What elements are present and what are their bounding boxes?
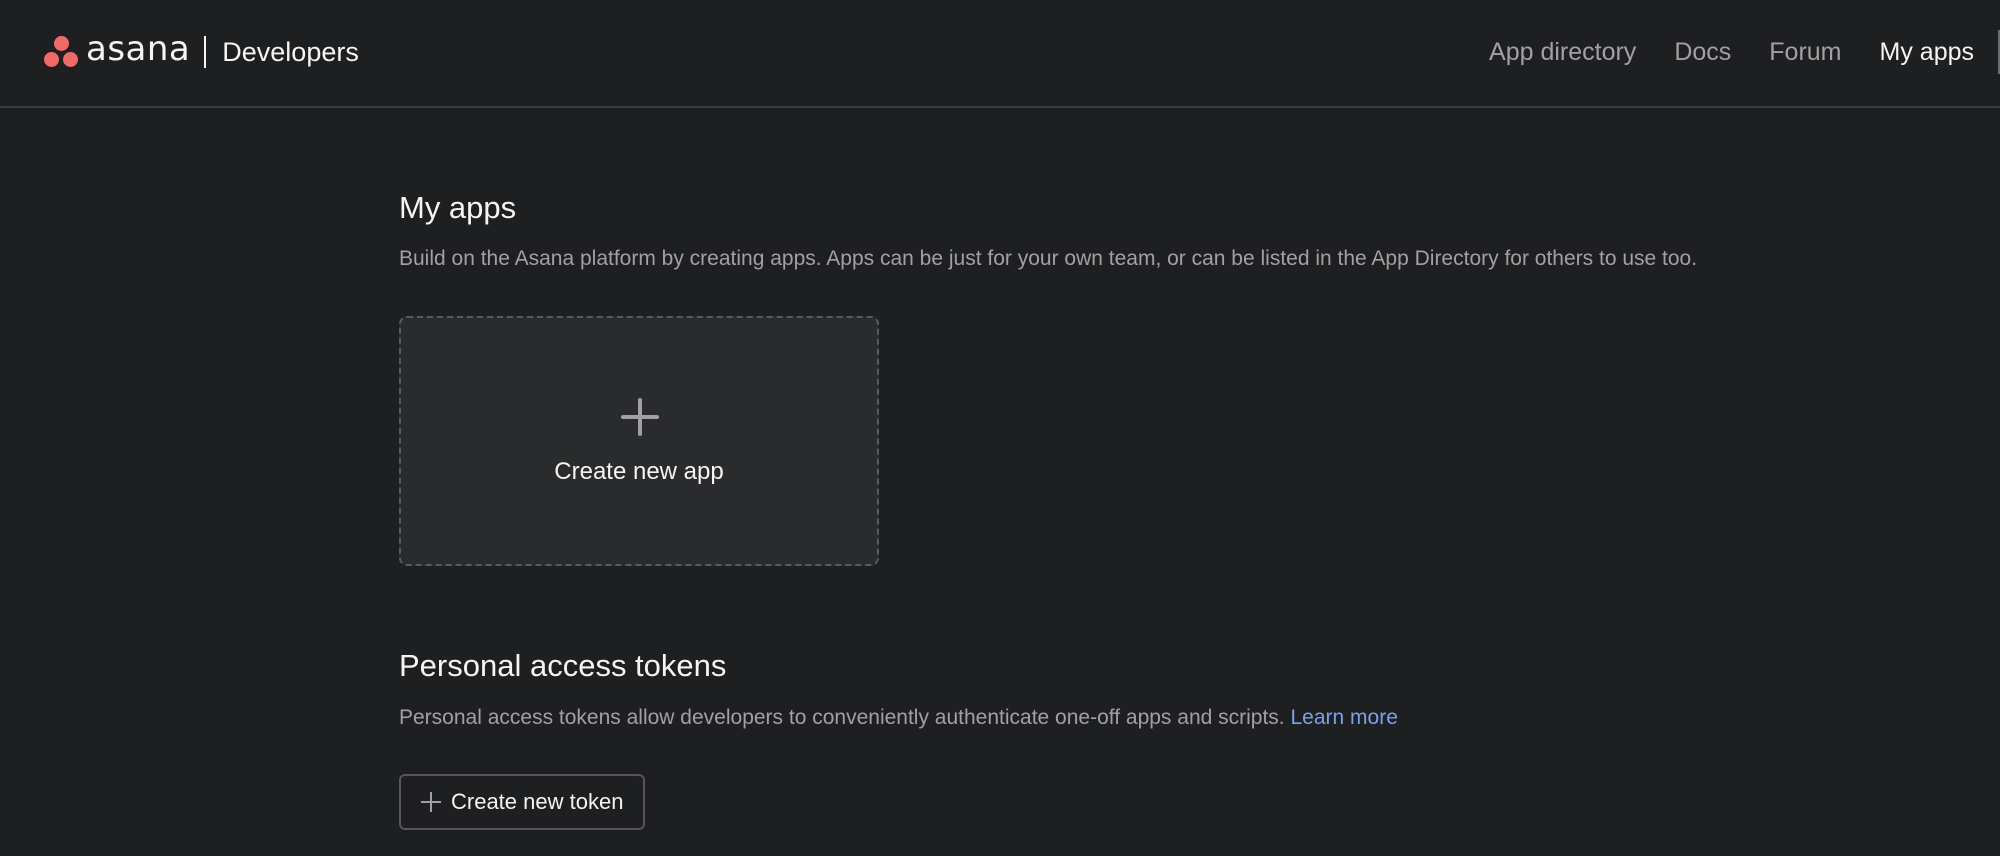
plus-icon <box>621 398 659 436</box>
create-new-app-label: Create new app <box>554 458 724 485</box>
tokens-description: Personal access tokens allow developers … <box>399 706 1398 730</box>
create-new-token-button[interactable]: Create new token <box>399 774 646 830</box>
learn-more-link[interactable]: Learn more <box>1290 706 1397 729</box>
logo-subtitle: Developers <box>222 36 359 67</box>
top-nav: App directory Docs Forum My apps <box>1451 0 2000 104</box>
top-header: asana Developers App directory Docs Foru… <box>0 0 2000 108</box>
create-new-token-label: Create new token <box>451 789 624 814</box>
nav-docs[interactable]: Docs <box>1674 38 1731 67</box>
logo-wordmark: asana <box>86 29 191 69</box>
nav-my-apps[interactable]: My apps <box>1880 38 1974 67</box>
asana-logo-icon <box>44 36 80 68</box>
nav-app-directory[interactable]: App directory <box>1489 38 1636 67</box>
asana-developers-logo[interactable]: asana Developers <box>44 32 359 72</box>
my-apps-title: My apps <box>399 190 517 225</box>
nav-forum[interactable]: Forum <box>1769 38 1841 67</box>
personal-access-tokens-title: Personal access tokens <box>399 648 727 683</box>
tokens-description-text: Personal access tokens allow developers … <box>399 706 1291 729</box>
plus-icon <box>421 792 441 812</box>
create-new-app-card[interactable]: Create new app <box>399 316 879 566</box>
logo-divider <box>204 36 207 68</box>
my-apps-description: Build on the Asana platform by creating … <box>399 247 1698 270</box>
